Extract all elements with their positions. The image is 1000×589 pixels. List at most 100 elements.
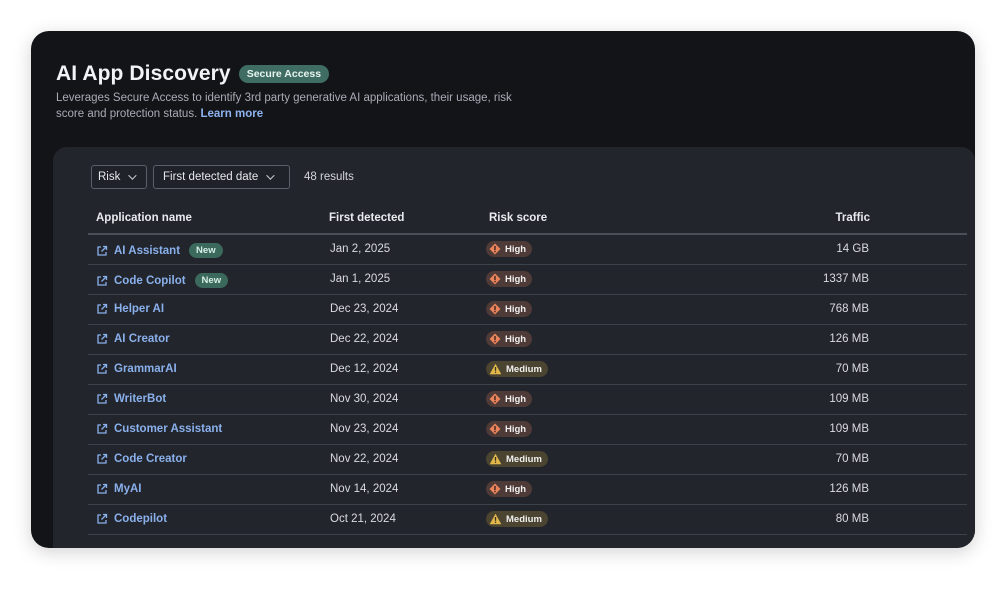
risk-badge: High xyxy=(486,421,533,437)
app-name: Code Creator xyxy=(114,453,187,465)
external-link-icon xyxy=(96,303,108,315)
external-link-icon xyxy=(96,513,108,525)
app-name: WriterBot xyxy=(114,393,167,405)
table-row[interactable]: Customer Assistant Nov 23, 2024 High 109 MB xyxy=(88,415,967,445)
title-row: AI App Discovery Secure Access xyxy=(56,62,330,86)
app-name: AI Creator xyxy=(114,333,170,345)
risk-filter-dropdown[interactable]: Risk xyxy=(91,165,147,189)
app-name: Code Copilot xyxy=(114,274,186,287)
date-filter-dropdown[interactable]: First detected date xyxy=(153,165,290,189)
alert-diamond-icon xyxy=(489,273,505,285)
column-header-first-detected[interactable]: First detected xyxy=(329,212,404,224)
risk-score-cell: High xyxy=(486,481,533,498)
traffic-value: 14 GB xyxy=(836,243,869,255)
warning-triangle-icon xyxy=(489,453,506,465)
warning-triangle-icon xyxy=(489,363,506,375)
alert-diamond-icon xyxy=(489,393,505,405)
app-name-link[interactable]: AI Assistant New xyxy=(96,243,223,258)
app-name: Codepilot xyxy=(114,513,168,525)
table-row[interactable]: Code Creator Nov 22, 2024 Medium 70 MB xyxy=(88,445,967,475)
date-filter-label: First detected date xyxy=(163,171,259,183)
app-name-link[interactable]: Helper AI xyxy=(96,303,164,315)
table-row[interactable]: Code Copilot New Jan 1, 2025 High 1337 MB xyxy=(88,265,967,295)
app-name: MyAI xyxy=(114,483,142,495)
traffic-value: 70 MB xyxy=(835,453,869,465)
first-detected-date: Dec 22, 2024 xyxy=(330,333,399,345)
risk-badge: High xyxy=(486,271,533,287)
first-detected-date: Dec 12, 2024 xyxy=(330,363,399,375)
risk-score-cell: High xyxy=(486,391,533,408)
risk-score-cell: Medium xyxy=(486,511,548,528)
traffic-value: 1337 MB xyxy=(822,273,869,285)
traffic-value: 126 MB xyxy=(829,333,869,345)
traffic-value: 70 MB xyxy=(835,363,869,375)
learn-more-link[interactable]: Learn more xyxy=(200,108,263,120)
alert-diamond-icon xyxy=(489,423,505,435)
column-header-name[interactable]: Application name xyxy=(96,212,192,224)
risk-label: High xyxy=(505,333,527,345)
page-description: Leverages Secure Access to identify 3rd … xyxy=(56,91,536,122)
page-title: AI App Discovery xyxy=(56,62,231,85)
app-name-link[interactable]: MyAI xyxy=(96,483,141,495)
risk-label: High xyxy=(505,423,527,435)
table-row[interactable]: Helper AI Dec 23, 2024 High 768 MB xyxy=(88,295,967,325)
alert-diamond-icon xyxy=(489,303,505,315)
results-count: 48 results xyxy=(304,171,354,183)
app-name-link[interactable]: Code Creator xyxy=(96,453,187,465)
app-name: GrammarAI xyxy=(114,363,177,375)
risk-score-cell: Medium xyxy=(486,451,548,468)
app-name-link[interactable]: Codepilot xyxy=(96,513,167,525)
external-link-icon xyxy=(96,245,108,257)
app-name: AI Assistant xyxy=(114,244,181,257)
column-header-risk[interactable]: Risk score xyxy=(489,212,547,224)
chevron-down-icon xyxy=(266,171,275,180)
external-link-icon xyxy=(96,423,108,435)
description-text: Leverages Secure Access to identify 3rd … xyxy=(56,92,512,120)
risk-label: High xyxy=(505,273,527,285)
risk-score-cell: Medium xyxy=(486,361,548,378)
risk-badge: Medium xyxy=(486,511,548,527)
first-detected-date: Jan 2, 2025 xyxy=(330,243,391,255)
risk-badge: High xyxy=(486,301,533,317)
first-detected-date: Nov 23, 2024 xyxy=(330,423,399,435)
chevron-down-icon xyxy=(128,171,138,180)
table-row[interactable]: GrammarAI Dec 12, 2024 Medium 70 MB xyxy=(88,355,967,385)
external-link-icon xyxy=(96,333,108,345)
risk-score-cell: High xyxy=(486,331,533,348)
risk-label: Medium xyxy=(506,363,542,375)
risk-score-cell: High xyxy=(486,271,533,288)
new-badge: New xyxy=(189,243,223,258)
first-detected-date: Nov 22, 2024 xyxy=(330,453,399,465)
app-name: Customer Assistant xyxy=(114,423,223,435)
risk-badge: High xyxy=(486,331,533,347)
table-row[interactable]: WriterBot Nov 30, 2024 High 109 MB xyxy=(88,385,967,415)
table-row[interactable]: AI Assistant New Jan 2, 2025 High 14 GB xyxy=(88,235,967,265)
risk-badge: High xyxy=(486,241,533,257)
table-row[interactable]: AI Creator Dec 22, 2024 High 126 MB xyxy=(88,325,967,355)
app-name-link[interactable]: WriterBot xyxy=(96,393,166,405)
table-row[interactable]: Codepilot Oct 21, 2024 Medium 80 MB xyxy=(88,505,967,535)
first-detected-date: Nov 30, 2024 xyxy=(330,393,399,405)
external-link-icon xyxy=(96,483,108,495)
traffic-value: 109 MB xyxy=(829,393,869,405)
table-header: Application name First detected Risk sco… xyxy=(88,203,967,235)
app-name-link[interactable]: Code Copilot New xyxy=(96,273,229,288)
table-row[interactable]: MyAI Nov 14, 2024 High 126 MB xyxy=(88,475,967,505)
first-detected-date: Jan 1, 2025 xyxy=(330,273,391,285)
results-panel: Risk First detected date 48 results Appl… xyxy=(53,147,975,548)
first-detected-date: Dec 23, 2024 xyxy=(330,303,399,315)
risk-label: High xyxy=(505,483,527,495)
risk-label: High xyxy=(505,393,527,405)
risk-badge: Medium xyxy=(486,451,548,467)
filter-bar: Risk First detected date 48 results xyxy=(91,165,354,189)
app-name: Helper AI xyxy=(114,303,165,315)
external-link-icon xyxy=(96,363,108,375)
external-link-icon xyxy=(96,275,108,287)
app-name-link[interactable]: AI Creator xyxy=(96,333,170,345)
risk-label: Medium xyxy=(506,513,542,525)
alert-diamond-icon xyxy=(489,483,505,495)
column-header-traffic[interactable]: Traffic xyxy=(835,212,870,224)
app-name-link[interactable]: Customer Assistant xyxy=(96,423,222,435)
risk-score-cell: High xyxy=(486,421,533,438)
app-name-link[interactable]: GrammarAI xyxy=(96,363,177,375)
